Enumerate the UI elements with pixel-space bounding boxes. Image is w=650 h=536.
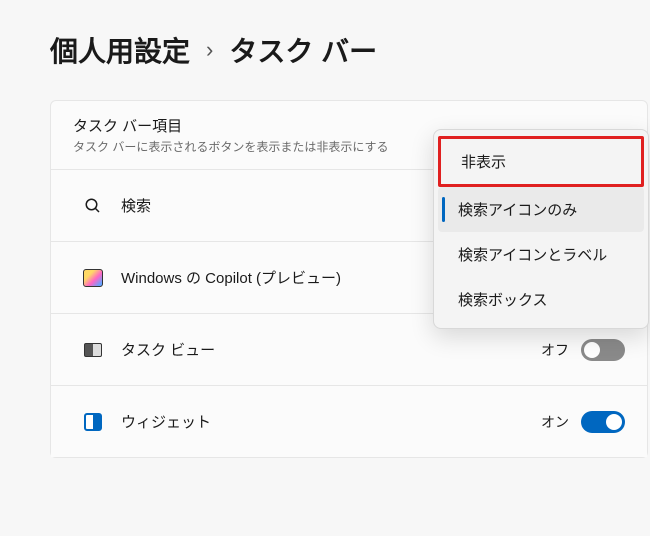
taskview-toggle[interactable] xyxy=(581,339,625,361)
breadcrumb-current: タスク バー xyxy=(229,30,377,70)
row-widgets-label: ウィジェット xyxy=(113,411,541,432)
row-taskview-value: オフ xyxy=(541,340,569,360)
row-widgets[interactable]: ウィジェット オン xyxy=(51,385,647,457)
dropdown-option-icon-only[interactable]: 検索アイコンのみ xyxy=(438,187,644,232)
widget-icon xyxy=(73,413,113,431)
row-taskview-label: タスク ビュー xyxy=(113,339,541,360)
dropdown-option-search-box[interactable]: 検索ボックス xyxy=(438,277,644,322)
taskview-icon xyxy=(73,343,113,357)
row-widgets-value: オン xyxy=(541,412,569,432)
widgets-toggle[interactable] xyxy=(581,411,625,433)
breadcrumb: 個人用設定 › タスク バー xyxy=(0,0,650,100)
copilot-icon xyxy=(73,269,113,287)
dropdown-option-hidden[interactable]: 非表示 xyxy=(438,136,644,187)
dropdown-option-icon-and-label[interactable]: 検索アイコンとラベル xyxy=(438,232,644,277)
search-mode-dropdown[interactable]: 非表示 検索アイコンのみ 検索アイコンとラベル 検索ボックス xyxy=(433,129,649,329)
search-icon xyxy=(73,197,113,215)
chevron-right-icon: › xyxy=(206,37,213,63)
breadcrumb-parent[interactable]: 個人用設定 xyxy=(50,30,190,70)
taskbar-items-panel: タスク バー項目 タスク バーに表示されるボタンを表示または非表示にする 非表示… xyxy=(50,100,648,458)
